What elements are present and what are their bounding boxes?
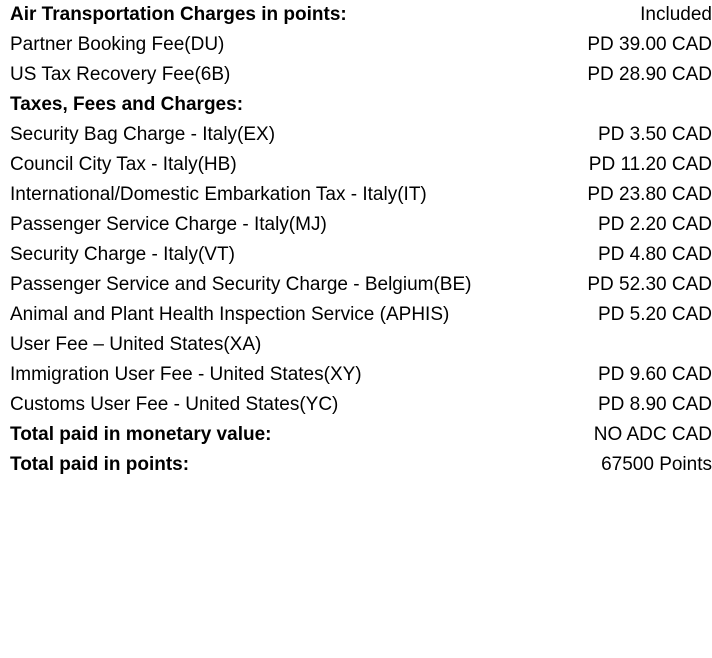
charges-breakdown-table: Air Transportation Charges in points: Inc…: [0, 0, 712, 480]
charge-item-label: Animal and Plant Health Inspection Servi…: [10, 304, 450, 355]
charge-total-label: Total paid in monetary value:: [10, 424, 272, 445]
charge-total-label: Total paid in points:: [10, 454, 190, 475]
charge-item-value: Included: [640, 4, 712, 25]
charge-item-value: [478, 90, 712, 120]
charge-item-label: Immigration User Fee - United States(XY): [10, 364, 362, 385]
table-row: Total paid in monetary value: NO ADC CAD: [0, 420, 712, 450]
table-row: Taxes, Fees and Charges:: [0, 90, 712, 120]
table-row: US Tax Recovery Fee(6B) PD 28.90 CAD: [0, 60, 712, 90]
table-row: Immigration User Fee - United States(XY)…: [0, 360, 712, 390]
charge-item-label: Partner Booking Fee(DU): [10, 34, 225, 55]
table-row: Security Bag Charge - Italy(EX) PD 3.50 C…: [0, 120, 712, 150]
charge-item-label: Council City Tax - Italy(HB): [10, 154, 237, 175]
charge-item-value: PD 4.80 CAD: [597, 244, 712, 265]
charge-item-value: PD 8.90 CAD: [597, 394, 712, 415]
charge-item-value: PD 23.80 CAD: [587, 184, 712, 205]
charge-item-value: PD 52.30 CAD: [587, 274, 712, 295]
table-row: Animal and Plant Health Inspection Servi…: [0, 300, 712, 360]
charge-item-value: PD 11.20 CAD: [588, 154, 712, 175]
table-row: Passenger Service and Security Charge - …: [0, 270, 712, 300]
charge-item-value: PD 9.60 CAD: [597, 364, 712, 385]
table-row: Council City Tax - Italy(HB) PD 11.20 CAD: [0, 150, 712, 180]
charge-item-value: PD 5.20 CAD: [597, 304, 712, 325]
charge-item-label: Security Bag Charge - Italy(EX): [10, 124, 276, 145]
charge-item-label: International/Domestic Embarkation Tax -…: [10, 184, 427, 205]
charges-table-body: Air Transportation Charges in points: Inc…: [0, 0, 712, 480]
charge-section-header: Taxes, Fees and Charges:: [10, 94, 244, 115]
charge-total-value: 67500 Points: [601, 454, 712, 475]
charge-item-label: Passenger Service and Security Charge - …: [10, 274, 472, 295]
table-row: Security Charge - Italy(VT) PD 4.80 CAD: [0, 240, 712, 270]
table-row: Customs User Fee - United States(YC) PD 8…: [0, 390, 712, 420]
charge-item-value: PD 2.20 CAD: [597, 214, 712, 235]
charge-item-value: PD 28.90 CAD: [587, 64, 712, 85]
table-row: International/Domestic Embarkation Tax -…: [0, 180, 712, 210]
charge-item-label: Passenger Service Charge - Italy(MJ): [10, 214, 327, 235]
table-row: Passenger Service Charge - Italy(MJ) PD 2…: [0, 210, 712, 240]
charge-section-header: Air Transportation Charges in points:: [10, 4, 347, 25]
charge-item-value: PD 3.50 CAD: [597, 124, 712, 145]
charge-item-label: US Tax Recovery Fee(6B): [10, 64, 231, 85]
charge-item-label: Customs User Fee - United States(YC): [10, 394, 339, 415]
charge-total-value: NO ADC CAD: [593, 424, 712, 445]
table-row: Total paid in points: 67500 Points: [0, 450, 712, 480]
table-row: Partner Booking Fee(DU) PD 39.00 CAD: [0, 30, 712, 60]
table-row: Air Transportation Charges in points: Inc…: [0, 0, 712, 30]
charge-item-value: PD 39.00 CAD: [587, 34, 712, 55]
charge-item-label: Security Charge - Italy(VT): [10, 244, 235, 265]
